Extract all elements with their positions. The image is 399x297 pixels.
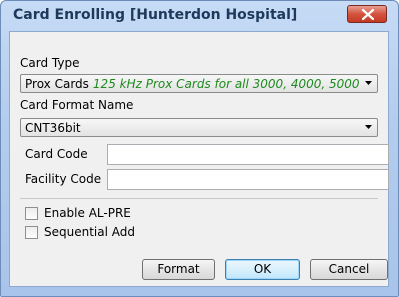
dialog-title: Card Enrolling [Hunterdon Hospital]: [13, 7, 298, 23]
card-type-label: Card Type: [20, 56, 80, 70]
sequential-add-checkbox[interactable]: Sequential Add: [25, 225, 145, 241]
title-bar[interactable]: Card Enrolling [Hunterdon Hospital]: [1, 1, 398, 29]
format-button[interactable]: Format: [142, 259, 215, 280]
card-type-value-group: Prox Cards 125 kHz Prox Cards for all 300…: [25, 77, 360, 91]
checkbox-box[interactable]: [25, 226, 38, 239]
sequential-add-label: Sequential Add: [44, 225, 135, 239]
card-format-value: CNT36bit: [25, 121, 81, 135]
card-format-select[interactable]: CNT36bit: [20, 118, 378, 137]
checkbox-box[interactable]: [25, 207, 38, 220]
facility-code-label: Facility Code: [25, 172, 102, 186]
enable-al-pre-label: Enable AL-PRE: [44, 206, 131, 220]
cancel-button[interactable]: Cancel: [310, 259, 388, 280]
dialog-body: Card Type Prox Cards 125 kHz Prox Cards f…: [9, 31, 389, 287]
close-x-icon: [362, 9, 374, 20]
ok-button[interactable]: OK: [225, 259, 300, 280]
enable-al-pre-checkbox[interactable]: Enable AL-PRE: [25, 206, 145, 222]
card-type-description: 125 kHz Prox Cards for all 3000, 4000, 5…: [92, 77, 360, 91]
card-type-value: Prox Cards: [25, 77, 89, 91]
card-format-label: Card Format Name: [20, 98, 134, 112]
close-button[interactable]: [347, 5, 387, 23]
separator: [20, 198, 378, 199]
card-type-select[interactable]: Prox Cards 125 kHz Prox Cards for all 300…: [20, 74, 378, 93]
chevron-down-icon: [365, 81, 372, 85]
chevron-down-icon: [365, 125, 372, 129]
card-code-label: Card Code: [25, 147, 88, 161]
facility-code-input[interactable]: [107, 169, 389, 190]
card-code-input[interactable]: [107, 144, 389, 165]
card-enrolling-dialog: Card Enrolling [Hunterdon Hospital] Card…: [0, 0, 399, 297]
